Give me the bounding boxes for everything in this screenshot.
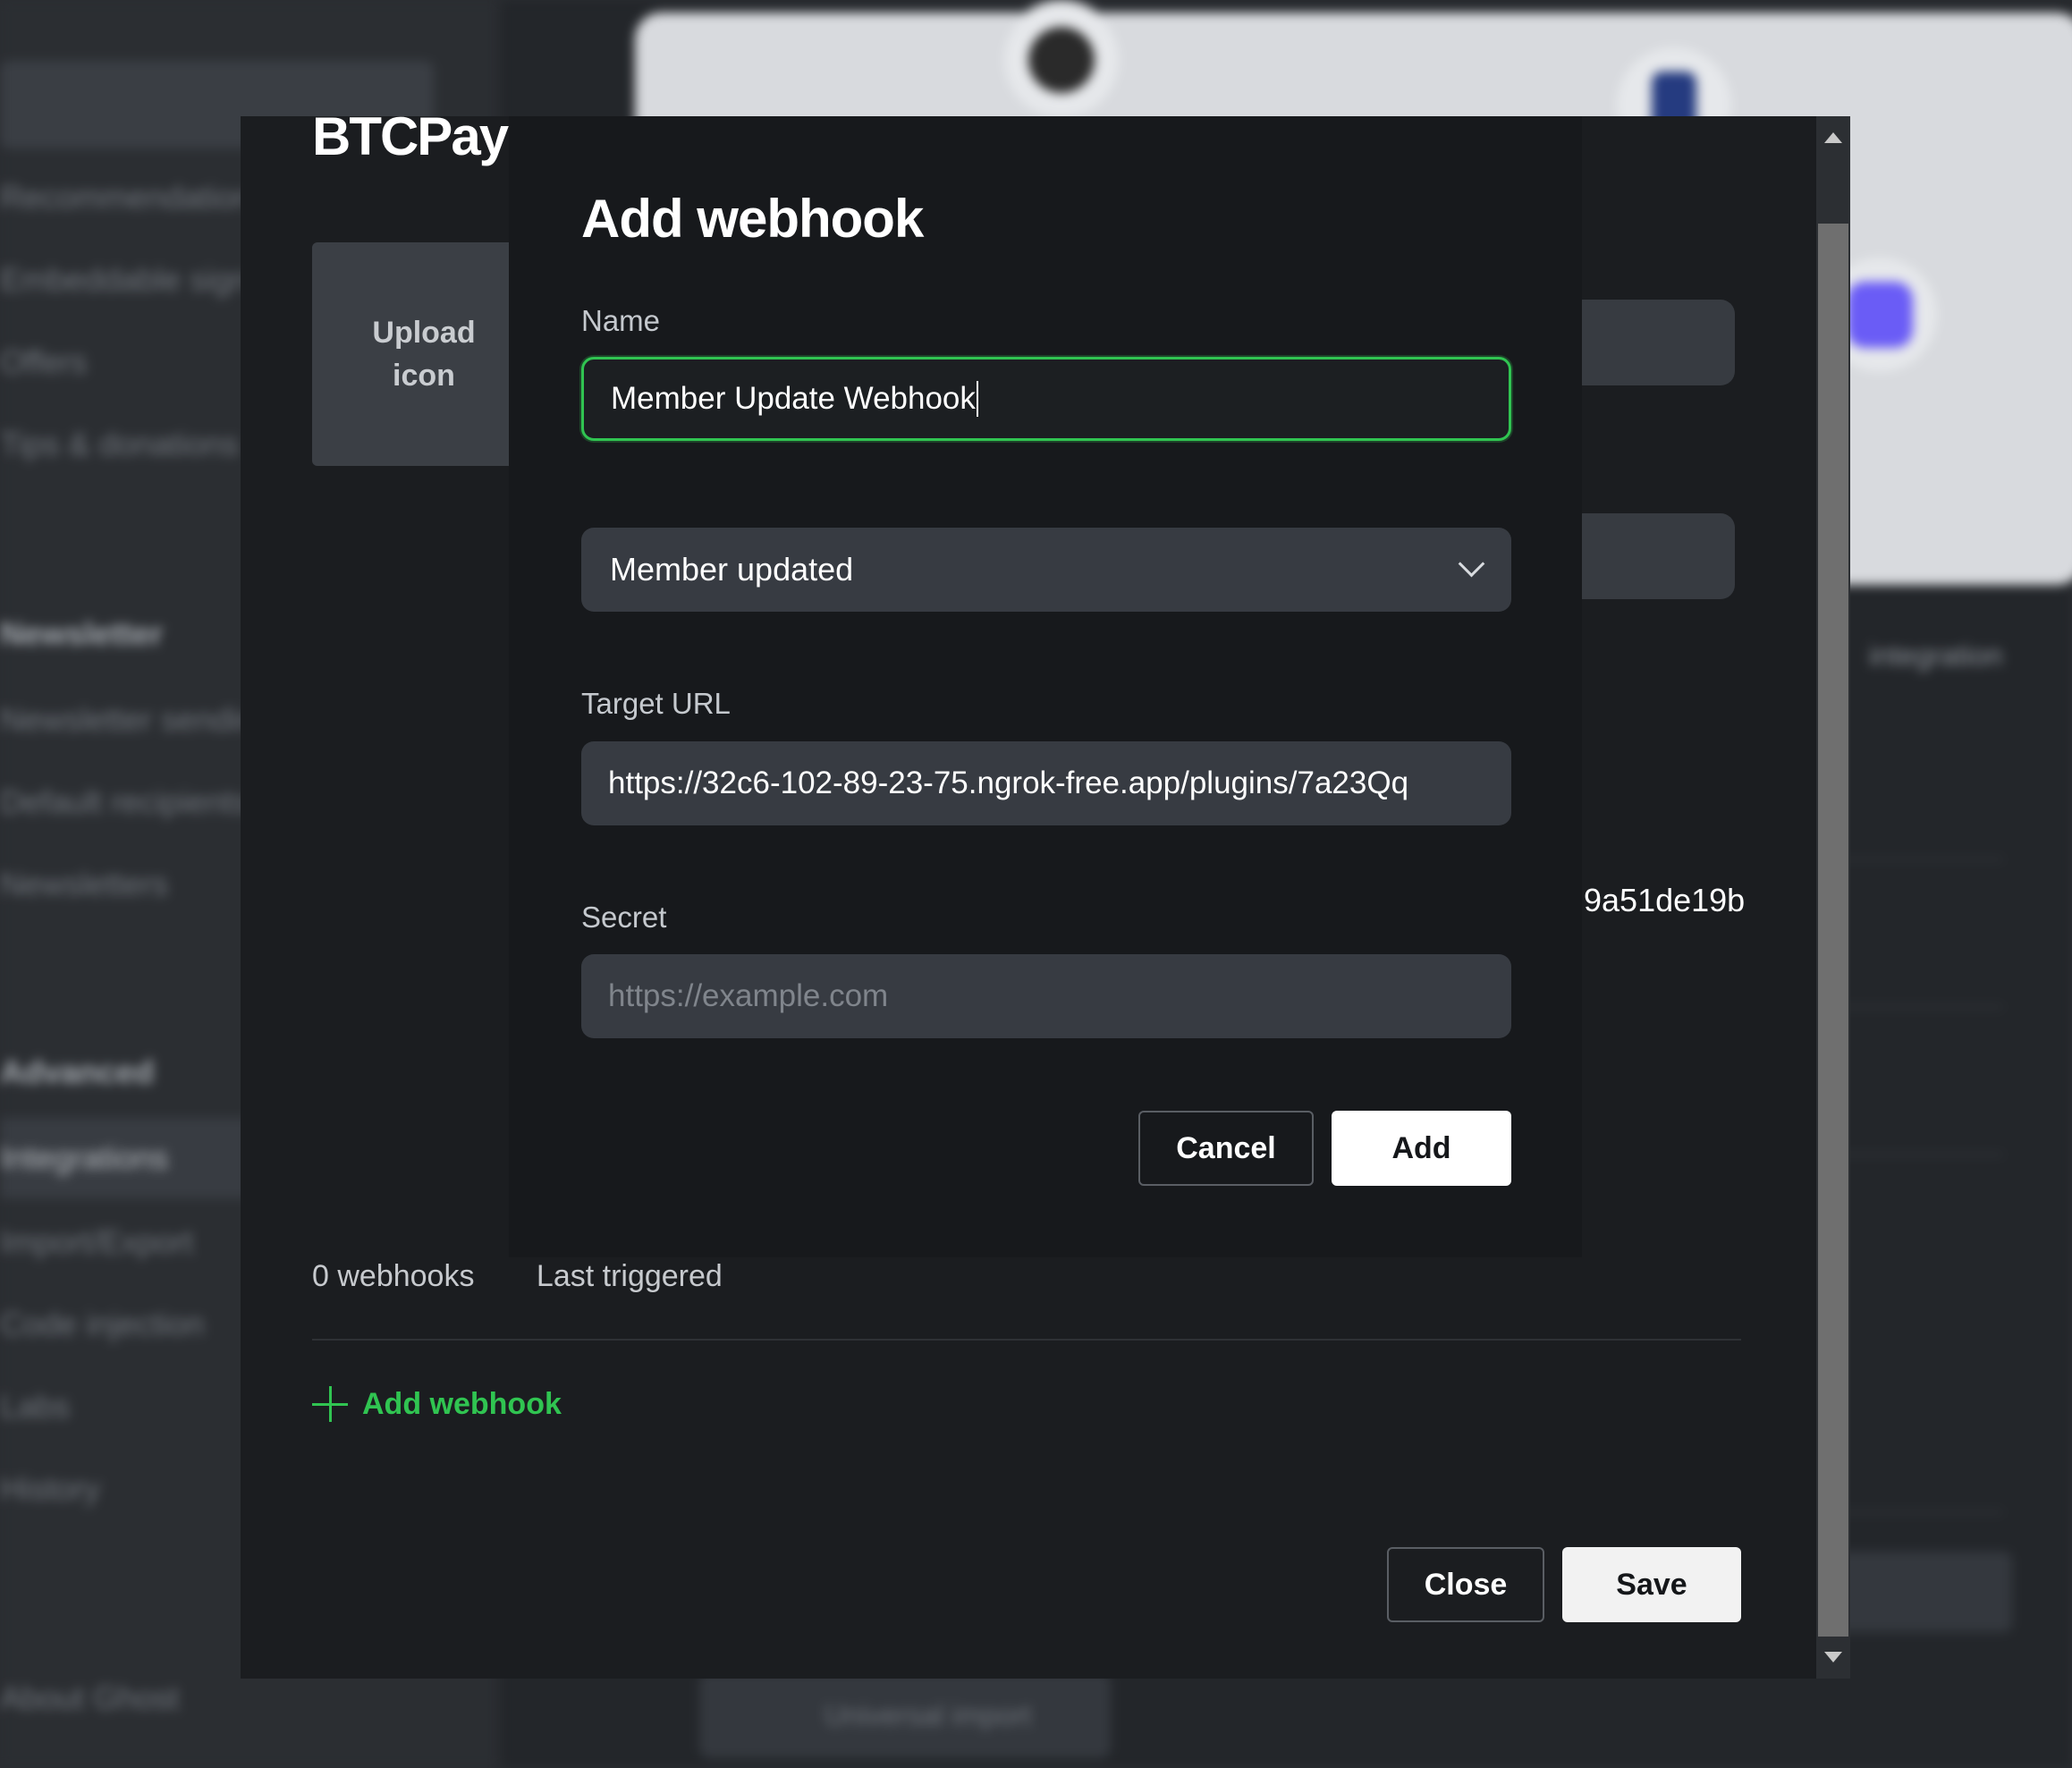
- save-button[interactable]: Save: [1562, 1547, 1741, 1622]
- secret-input[interactable]: https://example.com: [581, 954, 1511, 1038]
- sidebar-item[interactable]: About Ghost: [0, 1679, 179, 1717]
- target-url-input[interactable]: https://32c6-102-89-23-75.ngrok-free.app…: [581, 741, 1511, 825]
- sidebar-item[interactable]: History: [0, 1470, 100, 1508]
- admin-api-key-value: 9a51de19b: [1584, 882, 1746, 918]
- last-triggered-header: Last triggered: [536, 1259, 723, 1293]
- target-url-label: Target URL: [581, 687, 731, 720]
- scroll-up-icon[interactable]: [1824, 132, 1842, 143]
- sidebar-item[interactable]: Default recipients: [0, 783, 249, 821]
- target-url-value: https://32c6-102-89-23-75.ngrok-free.app…: [608, 766, 1409, 800]
- modal-scrollbar[interactable]: [1816, 116, 1850, 1679]
- scrollbar-thumb[interactable]: [1818, 224, 1848, 1637]
- event-select[interactable]: Member updated: [581, 528, 1511, 612]
- close-button[interactable]: Close: [1387, 1547, 1544, 1622]
- sidebar-section-heading: Newsletter: [0, 615, 164, 652]
- secret-label: Secret: [581, 901, 667, 934]
- scroll-down-icon[interactable]: [1824, 1652, 1842, 1662]
- upload-icon-label: Upload icon: [372, 316, 476, 393]
- sidebar-item[interactable]: Tips & donations: [0, 426, 239, 463]
- sidebar-section-heading: Advanced: [0, 1053, 155, 1090]
- webhooks-count: 0 webhooks: [312, 1259, 475, 1293]
- add-webhook-link[interactable]: Add webhook: [312, 1386, 562, 1422]
- divider: [312, 1339, 1741, 1341]
- name-label: Name: [581, 304, 661, 337]
- integration-label: integration: [1869, 639, 2003, 672]
- sidebar-item[interactable]: Labs: [0, 1388, 70, 1425]
- sidebar-item[interactable]: Offers: [0, 343, 87, 381]
- add-webhook-title: Add webhook: [581, 189, 924, 249]
- cancel-button[interactable]: Cancel: [1138, 1111, 1314, 1186]
- webhook-name-value: Member Update Webhook: [611, 381, 976, 416]
- chevron-down-icon: [1458, 550, 1485, 578]
- sidebar-item[interactable]: Import/Export: [0, 1223, 193, 1261]
- webhooks-table-header: 0 webhooks Last triggered: [312, 1259, 776, 1294]
- add-button[interactable]: Add: [1332, 1111, 1511, 1186]
- sidebar-item[interactable]: Newsletters: [0, 866, 168, 903]
- add-webhook-modal: Add webhook Name Member Update Webhook M…: [509, 116, 1582, 1257]
- add-webhook-link-label: Add webhook: [362, 1386, 562, 1421]
- plus-icon: [312, 1386, 348, 1422]
- upload-icon-button[interactable]: Upload icon: [312, 242, 536, 466]
- setup-button[interactable]: [1833, 1552, 2012, 1632]
- secret-placeholder: https://example.com: [608, 978, 889, 1013]
- sidebar-item[interactable]: Recommendations: [0, 179, 268, 216]
- universal-import-button[interactable]: Universal import: [699, 1672, 1111, 1758]
- text-caret: [976, 381, 978, 417]
- github-icon: [1002, 0, 1121, 120]
- event-select-value: Member updated: [610, 551, 854, 588]
- sidebar-item[interactable]: Code injection: [0, 1306, 204, 1343]
- webhook-name-input[interactable]: Member Update Webhook: [581, 357, 1511, 441]
- sidebar-item[interactable]: Newsletter sending: [0, 701, 274, 739]
- integration-title: BTCPay: [312, 116, 509, 166]
